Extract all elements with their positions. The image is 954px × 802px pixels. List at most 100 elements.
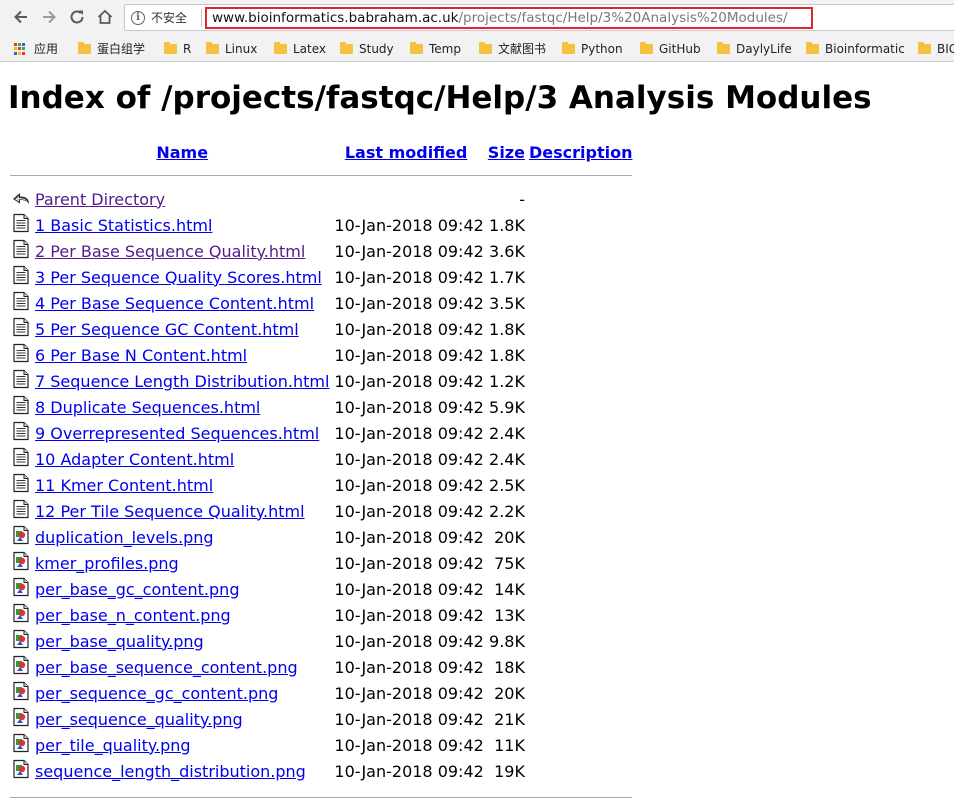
security-label[interactable]: 不安全 [151, 10, 187, 26]
file-link[interactable]: per_tile_quality.png [35, 736, 191, 755]
sort-by-size-link[interactable]: Size [488, 143, 525, 162]
header-last-modified: Last modified [334, 140, 483, 164]
file-link[interactable]: 1 Basic Statistics.html [35, 216, 212, 235]
image-icon [11, 759, 35, 783]
description-cell [525, 758, 632, 784]
file-link[interactable]: per_base_sequence_content.png [35, 658, 298, 677]
table-row: per_sequence_gc_content.png 10-Jan-2018 0… [10, 680, 632, 706]
url-text[interactable]: www.bioinformatics.babraham.ac.uk/projec… [205, 7, 813, 29]
bookmark-folder[interactable]: Latex [274, 41, 326, 57]
size-cell: 75K [494, 553, 525, 573]
bookmark-folder[interactable]: Study [340, 41, 394, 57]
description-cell [525, 602, 632, 628]
file-link[interactable]: kmer_profiles.png [35, 554, 179, 573]
file-link[interactable]: per_base_gc_content.png [35, 580, 239, 599]
reload-icon[interactable] [66, 6, 88, 28]
bookmark-folder[interactable]: Linux [206, 41, 257, 57]
file-link[interactable]: per_base_quality.png [35, 632, 204, 651]
html-icon [11, 473, 35, 497]
image-icon [11, 551, 35, 575]
table-row: per_base_quality.png 10-Jan-2018 09:42 9.8… [10, 628, 632, 654]
parent-directory-link[interactable]: Parent Directory [35, 190, 165, 209]
file-link[interactable]: duplication_levels.png [35, 528, 214, 547]
last-modified-cell: 10-Jan-2018 09:42 [334, 449, 484, 469]
bookmark-folder[interactable]: DaylyLife [717, 41, 792, 57]
file-link[interactable]: sequence_length_distribution.png [35, 762, 306, 781]
bookmark-apps[interactable]: 应用 [14, 41, 58, 57]
bookmark-label: Linux [225, 42, 258, 56]
file-link[interactable]: 4 Per Base Sequence Content.html [35, 294, 314, 313]
folder-icon [918, 42, 931, 54]
last-modified-cell: 10-Jan-2018 09:42 [334, 501, 484, 521]
last-modified-cell: 10-Jan-2018 09:42 [334, 423, 484, 443]
file-link[interactable]: 12 Per Tile Sequence Quality.html [35, 502, 305, 521]
sort-by-modified-link[interactable]: Last modified [345, 143, 468, 162]
bookmark-folder[interactable]: Python [562, 41, 623, 57]
apps-grid-icon [14, 43, 26, 55]
bookmark-folder[interactable]: GitHub [640, 41, 701, 57]
file-link[interactable]: 2 Per Base Sequence Quality.html [35, 242, 305, 261]
html-icon [11, 291, 35, 315]
bookmark-folder[interactable]: Bioinformatic [806, 41, 905, 57]
address-bar[interactable]: i 不安全 www.bioinformatics.babraham.ac.uk/… [124, 4, 954, 31]
size-cell: 1.2K [489, 371, 525, 391]
last-modified-cell: 10-Jan-2018 09:42 [334, 735, 484, 755]
table-row: 9 Overrepresented Sequences.html 10-Jan-2… [10, 420, 632, 446]
table-row: 1 Basic Statistics.html 10-Jan-2018 09:42… [10, 212, 632, 238]
bookmark-label: DaylyLife [736, 42, 792, 56]
bookmark-folder[interactable]: BIG [918, 41, 954, 57]
bookmark-folder[interactable]: 文献图书 [479, 41, 546, 57]
table-row: per_base_sequence_content.png 10-Jan-2018… [10, 654, 632, 680]
table-row: 5 Per Sequence GC Content.html 10-Jan-201… [10, 316, 632, 342]
file-link[interactable]: 10 Adapter Content.html [35, 450, 234, 469]
last-modified-cell: 10-Jan-2018 09:42 [334, 761, 484, 781]
html-icon [11, 369, 35, 393]
description-cell [525, 628, 632, 654]
bookmark-folder[interactable]: Temp [410, 41, 461, 57]
image-icon [11, 629, 35, 653]
info-icon[interactable]: i [131, 11, 145, 25]
file-link[interactable]: per_sequence_quality.png [35, 710, 243, 729]
file-link[interactable]: 3 Per Sequence Quality Scores.html [35, 268, 322, 287]
description-cell [525, 212, 632, 238]
address-divider [201, 9, 202, 27]
forward-arrow-icon[interactable] [38, 6, 60, 28]
html-icon [11, 213, 35, 237]
html-icon [11, 421, 35, 445]
last-modified-cell: 10-Jan-2018 09:42 [334, 241, 484, 261]
home-icon[interactable] [94, 6, 116, 28]
size-cell: 2.4K [489, 449, 525, 469]
table-row: kmer_profiles.png 10-Jan-2018 09:42 75K [10, 550, 632, 576]
html-icon [11, 343, 35, 367]
table-row: per_base_n_content.png 10-Jan-2018 09:42 1… [10, 602, 632, 628]
description-cell [525, 420, 632, 446]
file-link[interactable]: 11 Kmer Content.html [35, 476, 213, 495]
file-link[interactable]: per_sequence_gc_content.png [35, 684, 278, 703]
size-cell: 1.8K [489, 215, 525, 235]
sort-by-name-link[interactable]: Name [156, 143, 208, 162]
file-link[interactable]: 9 Overrepresented Sequences.html [35, 424, 319, 443]
html-icon [11, 317, 35, 341]
file-link[interactable]: 5 Per Sequence GC Content.html [35, 320, 299, 339]
file-link[interactable]: 7 Sequence Length Distribution.html [35, 372, 329, 391]
table-row: 6 Per Base N Content.html 10-Jan-2018 09:… [10, 342, 632, 368]
back-arrow-icon[interactable] [10, 6, 32, 28]
file-link[interactable]: 8 Duplicate Sequences.html [35, 398, 260, 417]
last-modified-cell: 10-Jan-2018 09:42 [334, 215, 484, 235]
bookmark-label: 应用 [34, 42, 59, 56]
last-modified-cell: 10-Jan-2018 09:42 [334, 397, 484, 417]
description-cell [525, 732, 632, 758]
folder-icon [717, 42, 730, 54]
image-icon [11, 603, 35, 627]
description-cell [525, 394, 632, 420]
file-link[interactable]: 6 Per Base N Content.html [35, 346, 247, 365]
description-cell [525, 316, 632, 342]
header-size: Size [484, 140, 525, 164]
image-icon [11, 707, 35, 731]
folder-icon [479, 42, 492, 54]
bookmark-folder[interactable]: R [164, 41, 191, 57]
bookmark-label: Bioinformatic [825, 42, 905, 56]
bookmark-folder[interactable]: 蛋白组学 [78, 41, 145, 57]
file-link[interactable]: per_base_n_content.png [35, 606, 231, 625]
sort-by-description-link[interactable]: Description [529, 143, 632, 162]
